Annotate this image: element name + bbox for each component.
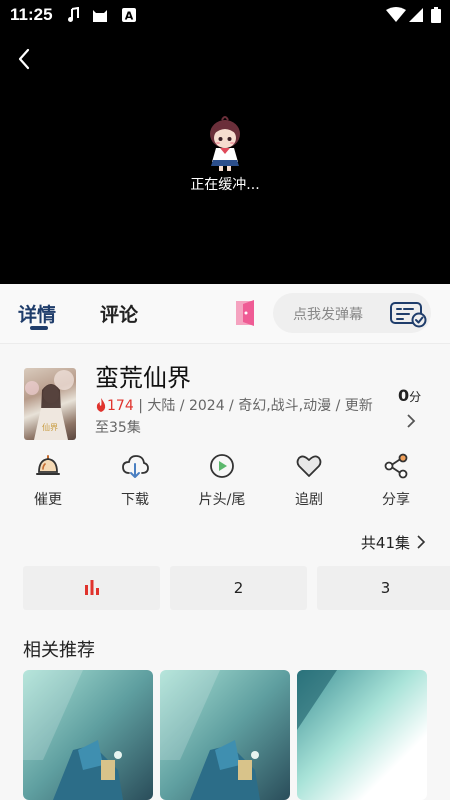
share-icon xyxy=(384,453,408,479)
status-bar: 11:25 A xyxy=(0,0,450,32)
tab-details[interactable]: 详情 xyxy=(18,300,56,327)
cat-app-icon xyxy=(93,10,107,22)
score-value: 0 xyxy=(398,386,410,405)
svg-text:A: A xyxy=(125,10,134,23)
danmu-placeholder: 点我发弹幕 xyxy=(293,307,363,323)
danmu-input[interactable]: 点我发弹幕 xyxy=(273,293,431,333)
battery-icon xyxy=(431,7,441,23)
show-meta-text: | 大陆 / 2024 / 奇幻,战斗,动漫 / 更新至35集 xyxy=(95,398,373,436)
cloud-download-icon xyxy=(122,455,149,478)
recommend-card[interactable] xyxy=(23,670,153,800)
back-arrow-icon[interactable] xyxy=(12,46,36,72)
poster-art: 仙界 xyxy=(25,370,74,440)
danmu-settings-icon[interactable] xyxy=(389,300,427,328)
video-detail-screen: 11:25 A 正在缓冲... 详情 评论 点我发弹幕 仙界 蛮荒仙界 174 … xyxy=(0,0,450,800)
play-circle-icon xyxy=(210,454,234,478)
show-title: 蛮荒仙界 xyxy=(95,364,191,392)
episode-list-link[interactable]: 共41集 xyxy=(361,532,426,553)
intro-outro-button[interactable]: 片头/尾 xyxy=(182,452,262,509)
playing-bars-icon xyxy=(84,580,99,595)
heat-count: 174 xyxy=(107,398,134,414)
episode-1-playing[interactable] xyxy=(23,566,160,610)
share-button[interactable]: 分享 xyxy=(356,452,436,509)
tab-comments[interactable]: 评论 xyxy=(100,300,138,327)
heart-icon xyxy=(296,455,322,477)
action-label: 片头/尾 xyxy=(198,492,246,508)
loading-mascot-icon xyxy=(210,116,240,171)
show-poster[interactable]: 仙界 xyxy=(24,368,76,440)
fire-icon xyxy=(96,398,106,412)
buffering-indicator: 正在缓冲... xyxy=(0,116,450,194)
recommend-title: 相关推荐 xyxy=(23,640,95,661)
download-button[interactable]: 下载 xyxy=(95,452,175,509)
recommend-thumbnail xyxy=(160,670,290,800)
action-bar: 催更 下载 片头/尾 追剧 分享 xyxy=(0,452,450,516)
recommend-thumbnail xyxy=(297,670,427,800)
svg-text:仙界: 仙界 xyxy=(42,422,58,432)
exit-door-icon[interactable] xyxy=(232,298,260,328)
active-tab-indicator xyxy=(30,326,48,330)
buffering-text: 正在缓冲... xyxy=(190,177,260,193)
signal-icon xyxy=(409,8,423,22)
show-meta: 174 | 大陆 / 2024 / 奇幻,战斗,动漫 / 更新至35集 xyxy=(95,395,385,439)
status-time: 11:25 xyxy=(10,5,53,24)
remind-update-button[interactable]: 催更 xyxy=(8,452,88,509)
recommend-card[interactable] xyxy=(297,670,427,800)
follow-show-button[interactable]: 追剧 xyxy=(269,452,349,509)
score-unit: 分 xyxy=(409,390,422,404)
chevron-right-icon xyxy=(417,535,426,549)
music-note-icon xyxy=(68,7,79,22)
action-label: 催更 xyxy=(34,492,62,508)
action-label: 下载 xyxy=(121,492,149,508)
chevron-right-icon[interactable] xyxy=(405,413,417,429)
recommend-thumbnail xyxy=(23,670,153,800)
action-label: 追剧 xyxy=(295,492,323,508)
video-player[interactable]: 11:25 A 正在缓冲... xyxy=(0,0,450,284)
wifi-icon xyxy=(386,7,406,22)
action-label: 分享 xyxy=(382,492,410,508)
episode-total: 共41集 xyxy=(360,534,410,552)
recommend-card[interactable] xyxy=(160,670,290,800)
font-a-icon: A xyxy=(122,8,136,23)
episode-3[interactable]: 3 xyxy=(317,566,450,610)
episode-2[interactable]: 2 xyxy=(170,566,307,610)
bell-icon xyxy=(36,455,60,475)
score[interactable]: 0分 xyxy=(398,386,421,405)
